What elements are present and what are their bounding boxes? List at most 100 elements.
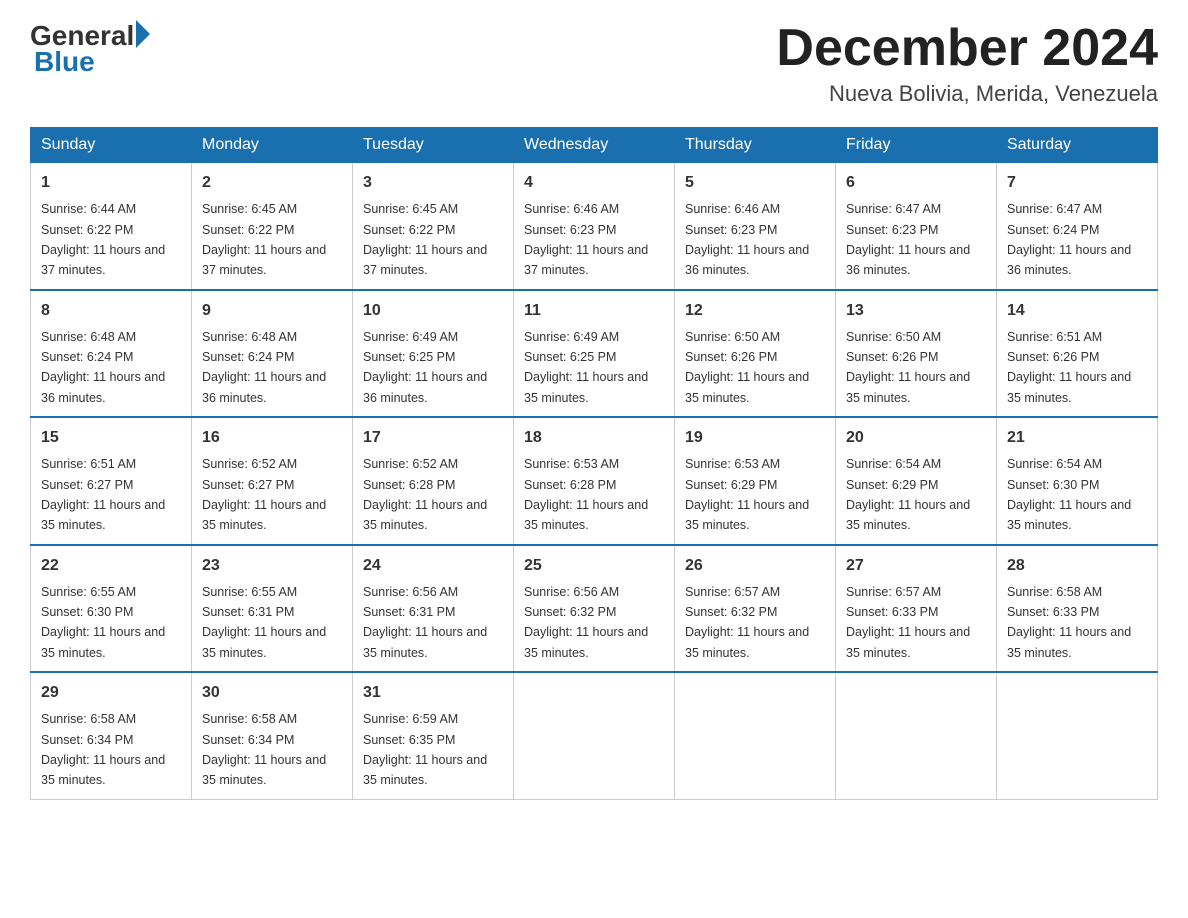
calendar-day-cell: 31 Sunrise: 6:59 AMSunset: 6:35 PMDaylig… (353, 672, 514, 799)
day-info: Sunrise: 6:58 AMSunset: 6:34 PMDaylight:… (41, 712, 165, 787)
logo: General Blue (30, 20, 150, 78)
day-info: Sunrise: 6:50 AMSunset: 6:26 PMDaylight:… (685, 330, 809, 405)
calendar-day-cell: 15 Sunrise: 6:51 AMSunset: 6:27 PMDaylig… (31, 417, 192, 545)
day-number: 7 (1007, 171, 1147, 195)
day-info: Sunrise: 6:54 AMSunset: 6:30 PMDaylight:… (1007, 457, 1131, 532)
calendar-day-cell: 12 Sunrise: 6:50 AMSunset: 6:26 PMDaylig… (675, 290, 836, 418)
day-number: 23 (202, 554, 342, 578)
calendar-week-row: 1 Sunrise: 6:44 AMSunset: 6:22 PMDayligh… (31, 163, 1158, 290)
day-number: 3 (363, 171, 503, 195)
day-info: Sunrise: 6:56 AMSunset: 6:31 PMDaylight:… (363, 585, 487, 660)
day-number: 22 (41, 554, 181, 578)
day-number: 29 (41, 681, 181, 705)
day-number: 20 (846, 426, 986, 450)
day-info: Sunrise: 6:45 AMSunset: 6:22 PMDaylight:… (363, 202, 487, 277)
day-number: 15 (41, 426, 181, 450)
day-info: Sunrise: 6:57 AMSunset: 6:33 PMDaylight:… (846, 585, 970, 660)
day-number: 8 (41, 299, 181, 323)
calendar-day-cell: 8 Sunrise: 6:48 AMSunset: 6:24 PMDayligh… (31, 290, 192, 418)
calendar-day-cell: 19 Sunrise: 6:53 AMSunset: 6:29 PMDaylig… (675, 417, 836, 545)
day-of-week-header: Sunday (31, 128, 192, 163)
calendar-day-cell: 25 Sunrise: 6:56 AMSunset: 6:32 PMDaylig… (514, 545, 675, 673)
day-info: Sunrise: 6:59 AMSunset: 6:35 PMDaylight:… (363, 712, 487, 787)
day-info: Sunrise: 6:50 AMSunset: 6:26 PMDaylight:… (846, 330, 970, 405)
calendar-day-cell: 21 Sunrise: 6:54 AMSunset: 6:30 PMDaylig… (997, 417, 1158, 545)
day-info: Sunrise: 6:49 AMSunset: 6:25 PMDaylight:… (363, 330, 487, 405)
day-info: Sunrise: 6:49 AMSunset: 6:25 PMDaylight:… (524, 330, 648, 405)
logo-blue-text: Blue (34, 46, 95, 78)
day-info: Sunrise: 6:52 AMSunset: 6:28 PMDaylight:… (363, 457, 487, 532)
day-info: Sunrise: 6:55 AMSunset: 6:30 PMDaylight:… (41, 585, 165, 660)
day-info: Sunrise: 6:53 AMSunset: 6:29 PMDaylight:… (685, 457, 809, 532)
calendar-day-cell: 10 Sunrise: 6:49 AMSunset: 6:25 PMDaylig… (353, 290, 514, 418)
day-number: 6 (846, 171, 986, 195)
day-number: 5 (685, 171, 825, 195)
calendar-day-cell: 24 Sunrise: 6:56 AMSunset: 6:31 PMDaylig… (353, 545, 514, 673)
day-number: 9 (202, 299, 342, 323)
day-of-week-header: Friday (836, 128, 997, 163)
day-number: 2 (202, 171, 342, 195)
day-number: 28 (1007, 554, 1147, 578)
calendar-day-cell: 18 Sunrise: 6:53 AMSunset: 6:28 PMDaylig… (514, 417, 675, 545)
calendar-day-cell: 22 Sunrise: 6:55 AMSunset: 6:30 PMDaylig… (31, 545, 192, 673)
day-number: 19 (685, 426, 825, 450)
day-number: 30 (202, 681, 342, 705)
day-number: 24 (363, 554, 503, 578)
day-info: Sunrise: 6:48 AMSunset: 6:24 PMDaylight:… (202, 330, 326, 405)
calendar-day-cell: 28 Sunrise: 6:58 AMSunset: 6:33 PMDaylig… (997, 545, 1158, 673)
calendar-table: SundayMondayTuesdayWednesdayThursdayFrid… (30, 127, 1158, 800)
header: General Blue December 2024 Nueva Bolivia… (30, 20, 1158, 107)
calendar-week-row: 8 Sunrise: 6:48 AMSunset: 6:24 PMDayligh… (31, 290, 1158, 418)
calendar-day-cell: 23 Sunrise: 6:55 AMSunset: 6:31 PMDaylig… (192, 545, 353, 673)
logo-arrow-icon (136, 20, 150, 48)
day-number: 21 (1007, 426, 1147, 450)
day-info: Sunrise: 6:48 AMSunset: 6:24 PMDaylight:… (41, 330, 165, 405)
calendar-day-cell: 26 Sunrise: 6:57 AMSunset: 6:32 PMDaylig… (675, 545, 836, 673)
day-info: Sunrise: 6:53 AMSunset: 6:28 PMDaylight:… (524, 457, 648, 532)
calendar-day-cell: 6 Sunrise: 6:47 AMSunset: 6:23 PMDayligh… (836, 163, 997, 290)
calendar-header-row: SundayMondayTuesdayWednesdayThursdayFrid… (31, 128, 1158, 163)
day-of-week-header: Saturday (997, 128, 1158, 163)
day-info: Sunrise: 6:58 AMSunset: 6:34 PMDaylight:… (202, 712, 326, 787)
day-info: Sunrise: 6:45 AMSunset: 6:22 PMDaylight:… (202, 202, 326, 277)
day-number: 4 (524, 171, 664, 195)
calendar-day-cell (514, 672, 675, 799)
day-number: 1 (41, 171, 181, 195)
day-number: 17 (363, 426, 503, 450)
calendar-day-cell: 13 Sunrise: 6:50 AMSunset: 6:26 PMDaylig… (836, 290, 997, 418)
month-title: December 2024 (776, 20, 1158, 77)
title-area: December 2024 Nueva Bolivia, Merida, Ven… (776, 20, 1158, 107)
day-info: Sunrise: 6:52 AMSunset: 6:27 PMDaylight:… (202, 457, 326, 532)
calendar-day-cell (997, 672, 1158, 799)
day-info: Sunrise: 6:56 AMSunset: 6:32 PMDaylight:… (524, 585, 648, 660)
day-info: Sunrise: 6:57 AMSunset: 6:32 PMDaylight:… (685, 585, 809, 660)
day-of-week-header: Thursday (675, 128, 836, 163)
day-info: Sunrise: 6:51 AMSunset: 6:26 PMDaylight:… (1007, 330, 1131, 405)
calendar-day-cell: 29 Sunrise: 6:58 AMSunset: 6:34 PMDaylig… (31, 672, 192, 799)
day-number: 16 (202, 426, 342, 450)
calendar-day-cell: 14 Sunrise: 6:51 AMSunset: 6:26 PMDaylig… (997, 290, 1158, 418)
calendar-day-cell: 3 Sunrise: 6:45 AMSunset: 6:22 PMDayligh… (353, 163, 514, 290)
day-info: Sunrise: 6:47 AMSunset: 6:23 PMDaylight:… (846, 202, 970, 277)
day-number: 25 (524, 554, 664, 578)
location-subtitle: Nueva Bolivia, Merida, Venezuela (776, 81, 1158, 107)
day-of-week-header: Tuesday (353, 128, 514, 163)
calendar-day-cell: 1 Sunrise: 6:44 AMSunset: 6:22 PMDayligh… (31, 163, 192, 290)
day-number: 12 (685, 299, 825, 323)
day-number: 18 (524, 426, 664, 450)
day-number: 14 (1007, 299, 1147, 323)
calendar-day-cell (675, 672, 836, 799)
calendar-week-row: 29 Sunrise: 6:58 AMSunset: 6:34 PMDaylig… (31, 672, 1158, 799)
calendar-day-cell: 9 Sunrise: 6:48 AMSunset: 6:24 PMDayligh… (192, 290, 353, 418)
calendar-day-cell: 30 Sunrise: 6:58 AMSunset: 6:34 PMDaylig… (192, 672, 353, 799)
calendar-day-cell: 7 Sunrise: 6:47 AMSunset: 6:24 PMDayligh… (997, 163, 1158, 290)
calendar-day-cell: 2 Sunrise: 6:45 AMSunset: 6:22 PMDayligh… (192, 163, 353, 290)
day-number: 26 (685, 554, 825, 578)
calendar-day-cell: 16 Sunrise: 6:52 AMSunset: 6:27 PMDaylig… (192, 417, 353, 545)
day-info: Sunrise: 6:54 AMSunset: 6:29 PMDaylight:… (846, 457, 970, 532)
calendar-day-cell (836, 672, 997, 799)
calendar-day-cell: 4 Sunrise: 6:46 AMSunset: 6:23 PMDayligh… (514, 163, 675, 290)
day-info: Sunrise: 6:46 AMSunset: 6:23 PMDaylight:… (524, 202, 648, 277)
calendar-day-cell: 5 Sunrise: 6:46 AMSunset: 6:23 PMDayligh… (675, 163, 836, 290)
day-info: Sunrise: 6:55 AMSunset: 6:31 PMDaylight:… (202, 585, 326, 660)
